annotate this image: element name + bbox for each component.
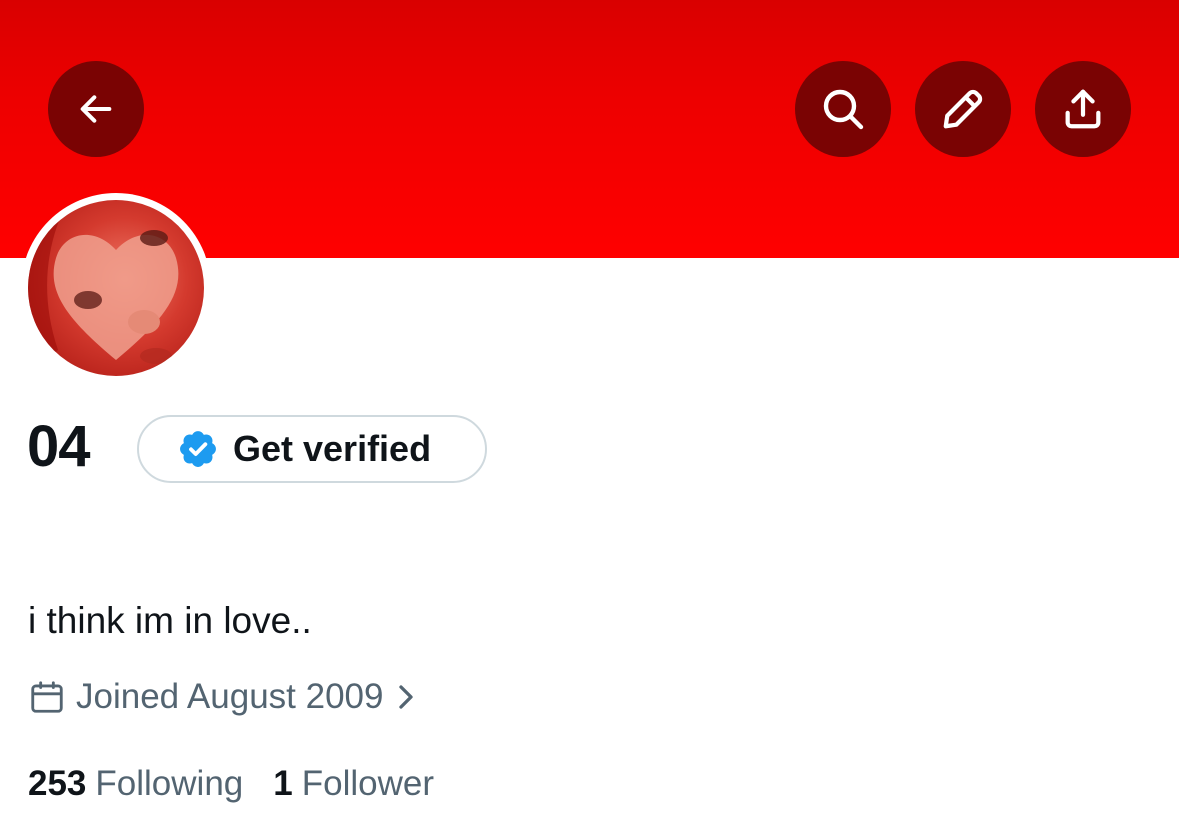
- get-verified-button[interactable]: Get verified: [137, 415, 487, 483]
- profile-stats: 253 Following 1 Follower: [28, 761, 434, 807]
- avatar[interactable]: [21, 193, 211, 383]
- pencil-icon: [943, 89, 983, 129]
- search-button[interactable]: [795, 61, 891, 157]
- arrow-left-icon: [80, 95, 112, 123]
- following-label: Following: [95, 764, 244, 803]
- avatar-image: [28, 200, 204, 376]
- get-verified-label: Get verified: [233, 428, 432, 469]
- chevron-right-icon: [399, 685, 414, 709]
- display-name: 04: [27, 414, 91, 479]
- edit-button[interactable]: [915, 61, 1011, 157]
- followers-count: 1: [273, 764, 293, 803]
- followers-label: Follower: [301, 764, 434, 803]
- search-icon: [823, 89, 864, 130]
- following-link[interactable]: 253 Following: [28, 761, 243, 807]
- joined-date[interactable]: Joined August 2009: [28, 674, 417, 720]
- joined-label: Joined August 2009: [76, 677, 384, 716]
- share-icon: [1065, 89, 1101, 129]
- verified-badge-icon: [180, 431, 216, 467]
- back-button[interactable]: [48, 61, 144, 157]
- share-button[interactable]: [1035, 61, 1131, 157]
- following-count: 253: [28, 764, 87, 803]
- profile-bio: i think im in love..: [28, 600, 312, 641]
- followers-link[interactable]: 1 Follower: [273, 761, 434, 807]
- calendar-icon: [31, 681, 63, 713]
